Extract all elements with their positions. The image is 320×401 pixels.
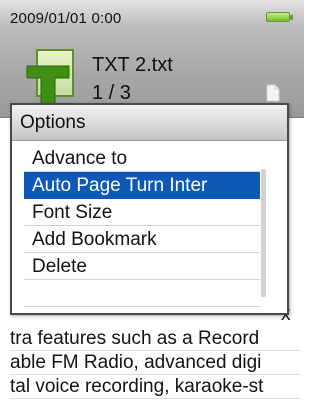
menu-item-delete[interactable]: Delete: [24, 253, 260, 280]
status-datetime: 2009/01/01 0:00: [10, 10, 122, 27]
menu-item-auto-page-turn-interval[interactable]: Auto Page Turn Inter: [24, 172, 260, 199]
text-line: tra features such as a Record: [10, 327, 300, 351]
options-scrollbar[interactable]: [261, 169, 266, 297]
menu-item-advance-to[interactable]: Advance to: [24, 145, 260, 172]
page-count: 1 / 3: [92, 82, 131, 104]
menu-item-add-bookmark[interactable]: Add Bookmark: [24, 226, 260, 253]
battery-icon: [266, 12, 293, 22]
header: 2009/01/01 0:00 TXT 2.txt 1 / 3: [0, 0, 304, 118]
options-title: Options: [12, 105, 287, 141]
txt-file-icon: [26, 49, 74, 109]
scroll-thumb[interactable]: [261, 169, 266, 297]
menu-item-font-size[interactable]: Font Size: [24, 199, 260, 226]
options-list: Advance to Auto Page Turn Inter Font Siz…: [24, 145, 260, 307]
options-menu: Options Advance to Auto Page Turn Inter …: [10, 103, 289, 315]
file-name: TXT 2.txt: [92, 54, 173, 76]
text-line: able FM Radio, advanced digi: [10, 351, 300, 375]
txt-reader-screen: 2009/01/01 0:00 TXT 2.txt 1 / 3 T s s c …: [0, 0, 304, 401]
document-icon: [266, 84, 280, 102]
text-line: tal voice recording, karaoke-st: [10, 375, 300, 399]
menu-item-empty: [24, 280, 260, 307]
